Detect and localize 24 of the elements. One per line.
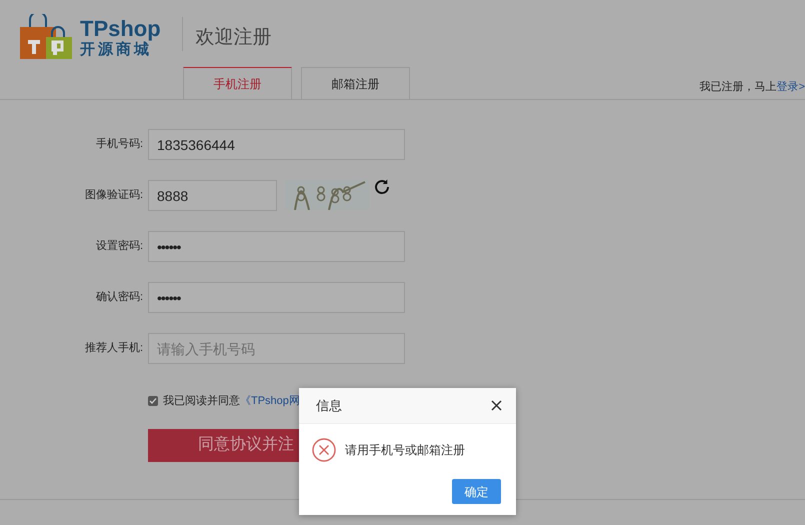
checkbox[interactable] <box>148 396 158 406</box>
field-label: 图像验证码: <box>84 188 144 203</box>
input-field[interactable]: 请输入手机号码 <box>148 333 405 364</box>
password-field[interactable]: •••••• <box>148 282 405 313</box>
error-icon <box>312 438 336 462</box>
input-field[interactable]: 1835366444 <box>148 129 405 160</box>
terms-link[interactable]: 《TPshop网 <box>240 393 300 410</box>
field-label: 确认密码: <box>94 290 144 305</box>
input-field[interactable]: 8888 <box>148 180 277 211</box>
refresh-icon[interactable] <box>373 178 391 196</box>
dialog-message: 请用手机号或邮箱注册 <box>345 442 465 459</box>
dialog-title: 信息 <box>316 396 342 415</box>
tab[interactable]: 邮箱注册 <box>301 67 410 99</box>
field-label: 推荐人手机: <box>84 340 144 356</box>
agreement-text: 我已阅读并同意 <box>163 394 240 409</box>
logo-subtitle: 开源商城 <box>80 42 152 56</box>
login-prompt: 我已注册，马上 <box>700 80 777 92</box>
logo-wordmark: TPshop <box>80 18 161 40</box>
login-link[interactable]: 登录> <box>776 80 805 92</box>
field-label: 手机号码: <box>94 137 144 152</box>
password-field[interactable]: •••••• <box>148 231 405 262</box>
page-title: 欢迎注册 <box>196 26 272 50</box>
field-label: 设置密码: <box>94 238 144 254</box>
close-icon[interactable] <box>491 400 502 411</box>
